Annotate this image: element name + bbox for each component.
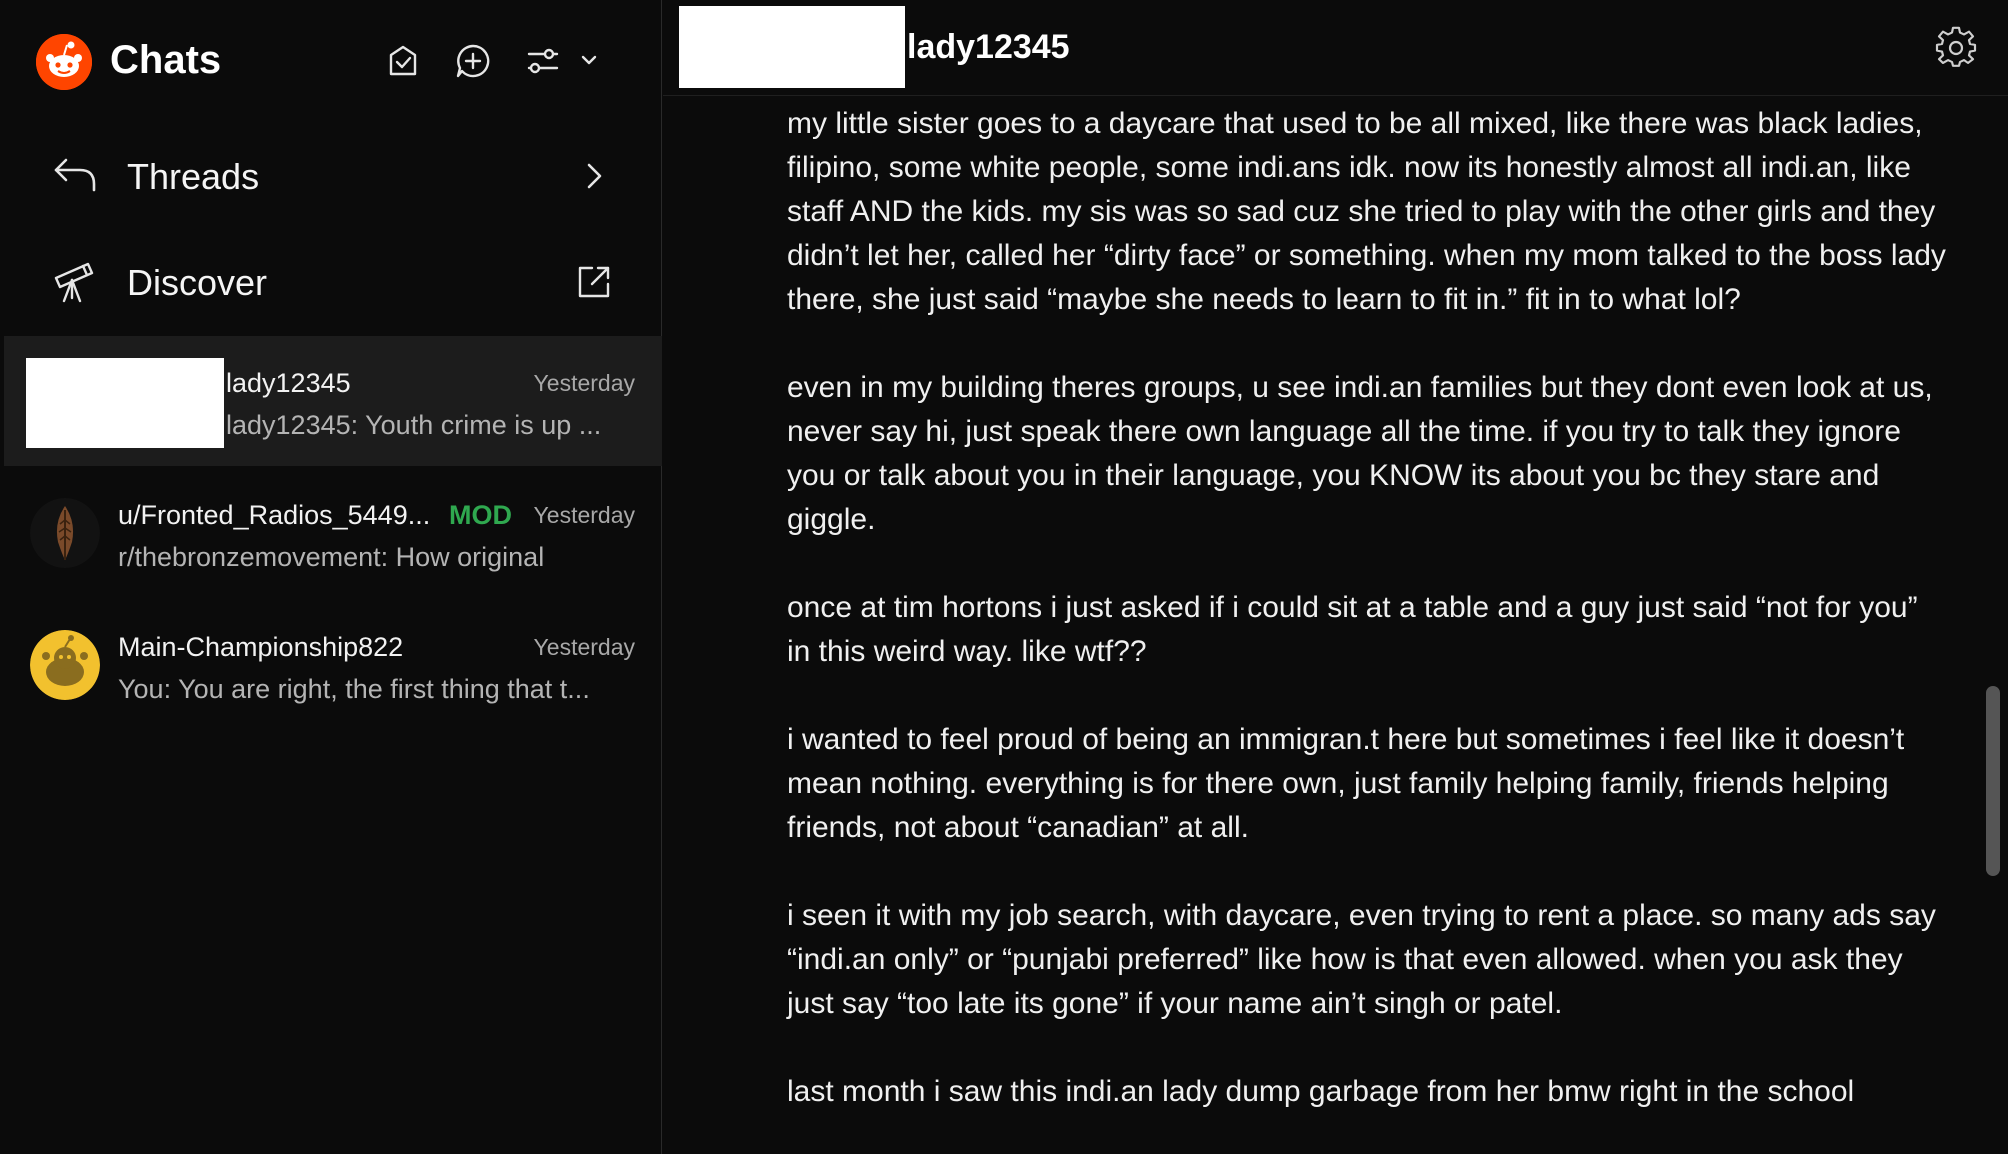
redacted-avatar [679,6,905,88]
chevron-right-icon [587,163,602,189]
sidebar-item-discover[interactable]: Discover [0,232,662,332]
chat-timestamp: Yesterday [533,634,635,660]
chat-name: Main-Championship822 [118,632,404,662]
feather-icon [30,498,100,568]
conversation-title: lady12345 [907,28,1070,66]
sidebar-header: Chats [0,0,662,120]
chat-name: u/Fronted_Radios_5449... [118,500,431,530]
chat-timestamp: Yesterday [533,502,635,528]
message-paragraph: last month i saw this indi.an lady dump … [787,1075,1855,1108]
external-link-icon [578,266,610,298]
mark-read-icon[interactable] [380,38,426,84]
sidebar-item-label: Discover [127,262,268,303]
conversation-pane: lady12345 my little sister goes to a day… [663,0,2008,1154]
snoo-avatar-icon [30,630,100,700]
chat-preview: r/thebronzemovement: How original [118,542,545,572]
chat-app: Chats Threads Discover lady12345 Yesterd… [0,0,2008,1154]
message-paragraph: my little sister goes to a daycare that … [787,107,1946,316]
message-paragraph: even in my building theres groups, u see… [787,371,1933,536]
message-body: my little sister goes to a daycare that … [787,102,1947,1154]
sidebar-title: Chats [110,38,222,82]
chat-list-item-lady12345[interactable]: lady12345 Yesterday lady12345: Youth cri… [4,336,662,466]
chat-name: lady12345 [226,368,351,398]
filter-menu-icon[interactable] [525,38,601,84]
chat-preview: You: You are right, the first thing that… [118,674,590,704]
chat-list-item-main-championship[interactable]: Main-Championship822 Yesterday You: You … [4,600,662,730]
conversation-header: lady12345 [663,0,2008,96]
message-paragraph: once at tim hortons i just asked if i co… [787,591,1918,668]
message-paragraph: i wanted to feel proud of being an immig… [787,723,1905,844]
new-chat-icon[interactable] [450,38,496,84]
telescope-icon [54,262,94,303]
avatar [30,498,100,568]
mod-badge: MOD [449,500,512,530]
reply-arrow-icon [54,158,96,192]
reddit-logo-icon[interactable] [36,34,92,90]
message-paragraph: i seen it with my job search, with dayca… [787,899,1936,1020]
sidebar-item-label: Threads [127,156,260,197]
chat-list-item-fronted-radios[interactable]: u/Fronted_Radios_5449... MOD Yesterday r… [4,468,662,598]
chat-preview: lady12345: Youth crime is up ... [226,410,602,440]
scrollbar-thumb[interactable] [1986,686,2000,876]
redacted-avatar [26,358,224,448]
chat-timestamp: Yesterday [533,370,635,396]
gear-icon[interactable] [1934,26,1978,70]
avatar [30,630,100,700]
chat-sidebar: Chats Threads Discover lady12345 Yesterd… [0,0,662,1154]
sidebar-item-threads[interactable]: Threads [0,126,662,226]
